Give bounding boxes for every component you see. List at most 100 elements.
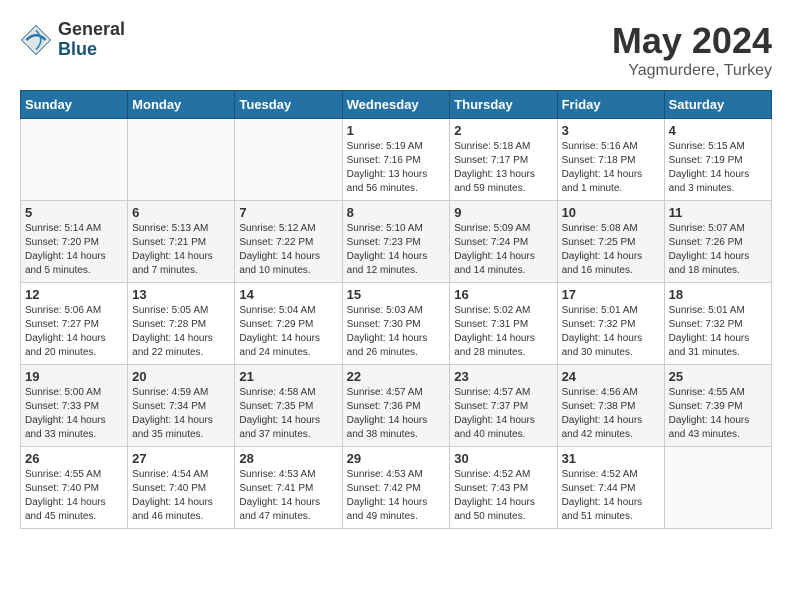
table-row: 30 Sunrise: 4:52 AMSunset: 7:43 PMDayligh… <box>450 447 557 529</box>
day-number: 11 <box>669 205 767 220</box>
day-info: Sunrise: 5:07 AMSunset: 7:26 PMDaylight:… <box>669 222 767 278</box>
day-number: 24 <box>562 369 660 384</box>
table-row: 16 Sunrise: 5:02 AMSunset: 7:31 PMDayligh… <box>450 283 557 365</box>
day-number: 17 <box>562 287 660 302</box>
calendar-location: Yagmurdere, Turkey <box>612 62 772 80</box>
table-row: 8 Sunrise: 5:10 AMSunset: 7:23 PMDaylight… <box>342 201 450 283</box>
day-info: Sunrise: 5:16 AMSunset: 7:18 PMDaylight:… <box>562 140 660 196</box>
table-row <box>664 447 771 529</box>
day-number: 10 <box>562 205 660 220</box>
day-number: 21 <box>239 369 337 384</box>
table-row: 28 Sunrise: 4:53 AMSunset: 7:41 PMDayligh… <box>235 447 342 529</box>
table-row: 17 Sunrise: 5:01 AMSunset: 7:32 PMDayligh… <box>557 283 664 365</box>
table-row: 18 Sunrise: 5:01 AMSunset: 7:32 PMDayligh… <box>664 283 771 365</box>
header-friday: Friday <box>557 91 664 119</box>
day-number: 2 <box>454 123 552 138</box>
day-info: Sunrise: 4:52 AMSunset: 7:43 PMDaylight:… <box>454 468 552 524</box>
day-info: Sunrise: 5:15 AMSunset: 7:19 PMDaylight:… <box>669 140 767 196</box>
table-row: 9Sunrise: 5:09 AMSunset: 7:24 PMDaylight… <box>450 201 557 283</box>
day-info: Sunrise: 4:55 AMSunset: 7:40 PMDaylight:… <box>25 468 123 524</box>
day-number: 8 <box>347 205 446 220</box>
day-number: 5 <box>25 205 123 220</box>
day-info: Sunrise: 4:53 AMSunset: 7:42 PMDaylight:… <box>347 468 446 524</box>
table-row: 31 Sunrise: 4:52 AMSunset: 7:44 PMDayligh… <box>557 447 664 529</box>
table-row: 29 Sunrise: 4:53 AMSunset: 7:42 PMDayligh… <box>342 447 450 529</box>
table-row <box>21 119 128 201</box>
table-row: 19Sunrise: 5:00 AMSunset: 7:33 PMDayligh… <box>21 365 128 447</box>
day-number: 7 <box>239 205 337 220</box>
week-row-0: 1Sunrise: 5:19 AMSunset: 7:16 PMDaylight… <box>21 119 772 201</box>
table-row <box>235 119 342 201</box>
weekday-header-row: Sunday Monday Tuesday Wednesday Thursday… <box>21 91 772 119</box>
day-info: Sunrise: 5:01 AMSunset: 7:32 PMDaylight:… <box>562 304 660 360</box>
header-saturday: Saturday <box>664 91 771 119</box>
day-number: 6 <box>132 205 230 220</box>
day-info: Sunrise: 5:06 AMSunset: 7:27 PMDaylight:… <box>25 304 123 360</box>
day-info: Sunrise: 5:12 AMSunset: 7:22 PMDaylight:… <box>239 222 337 278</box>
day-number: 29 <box>347 451 446 466</box>
day-number: 16 <box>454 287 552 302</box>
logo: General Blue <box>20 20 125 60</box>
day-info: Sunrise: 5:14 AMSunset: 7:20 PMDaylight:… <box>25 222 123 278</box>
day-number: 18 <box>669 287 767 302</box>
table-row: 27Sunrise: 4:54 AMSunset: 7:40 PMDayligh… <box>128 447 235 529</box>
week-row-2: 12 Sunrise: 5:06 AMSunset: 7:27 PMDayligh… <box>21 283 772 365</box>
day-number: 31 <box>562 451 660 466</box>
week-row-1: 5 Sunrise: 5:14 AMSunset: 7:20 PMDaylight… <box>21 201 772 283</box>
day-number: 4 <box>669 123 767 138</box>
day-info: Sunrise: 4:57 AMSunset: 7:37 PMDaylight:… <box>454 386 552 442</box>
table-row: 11 Sunrise: 5:07 AMSunset: 7:26 PMDayligh… <box>664 201 771 283</box>
day-number: 20 <box>132 369 230 384</box>
day-number: 3 <box>562 123 660 138</box>
day-info: Sunrise: 4:54 AMSunset: 7:40 PMDaylight:… <box>132 468 230 524</box>
table-row: 14 Sunrise: 5:04 AMSunset: 7:29 PMDayligh… <box>235 283 342 365</box>
table-row: 7 Sunrise: 5:12 AMSunset: 7:22 PMDaylight… <box>235 201 342 283</box>
day-info: Sunrise: 4:52 AMSunset: 7:44 PMDaylight:… <box>562 468 660 524</box>
table-row: 4 Sunrise: 5:15 AMSunset: 7:19 PMDaylight… <box>664 119 771 201</box>
day-info: Sunrise: 5:01 AMSunset: 7:32 PMDaylight:… <box>669 304 767 360</box>
table-row: 2 Sunrise: 5:18 AMSunset: 7:17 PMDaylight… <box>450 119 557 201</box>
day-number: 25 <box>669 369 767 384</box>
day-number: 19 <box>25 369 123 384</box>
day-number: 28 <box>239 451 337 466</box>
day-info: Sunrise: 4:56 AMSunset: 7:38 PMDaylight:… <box>562 386 660 442</box>
table-row: 5 Sunrise: 5:14 AMSunset: 7:20 PMDaylight… <box>21 201 128 283</box>
table-row <box>128 119 235 201</box>
table-row: 21Sunrise: 4:58 AMSunset: 7:35 PMDayligh… <box>235 365 342 447</box>
logo-general-text: General <box>58 20 125 40</box>
day-info: Sunrise: 5:04 AMSunset: 7:29 PMDaylight:… <box>239 304 337 360</box>
logo-blue-text: Blue <box>58 40 125 60</box>
day-info: Sunrise: 4:55 AMSunset: 7:39 PMDaylight:… <box>669 386 767 442</box>
header-wednesday: Wednesday <box>342 91 450 119</box>
table-row: 13Sunrise: 5:05 AMSunset: 7:28 PMDayligh… <box>128 283 235 365</box>
day-info: Sunrise: 4:53 AMSunset: 7:41 PMDaylight:… <box>239 468 337 524</box>
day-info: Sunrise: 5:13 AMSunset: 7:21 PMDaylight:… <box>132 222 230 278</box>
day-info: Sunrise: 5:10 AMSunset: 7:23 PMDaylight:… <box>347 222 446 278</box>
header-tuesday: Tuesday <box>235 91 342 119</box>
table-row: 20 Sunrise: 4:59 AMSunset: 7:34 PMDayligh… <box>128 365 235 447</box>
day-info: Sunrise: 5:09 AMSunset: 7:24 PMDaylight:… <box>454 222 552 278</box>
table-row: 26Sunrise: 4:55 AMSunset: 7:40 PMDayligh… <box>21 447 128 529</box>
header-thursday: Thursday <box>450 91 557 119</box>
day-info: Sunrise: 4:57 AMSunset: 7:36 PMDaylight:… <box>347 386 446 442</box>
week-row-4: 26Sunrise: 4:55 AMSunset: 7:40 PMDayligh… <box>21 447 772 529</box>
day-number: 15 <box>347 287 446 302</box>
day-number: 14 <box>239 287 337 302</box>
table-row: 1Sunrise: 5:19 AMSunset: 7:16 PMDaylight… <box>342 119 450 201</box>
day-info: Sunrise: 4:59 AMSunset: 7:34 PMDaylight:… <box>132 386 230 442</box>
day-info: Sunrise: 5:02 AMSunset: 7:31 PMDaylight:… <box>454 304 552 360</box>
day-number: 1 <box>347 123 446 138</box>
calendar-table: Sunday Monday Tuesday Wednesday Thursday… <box>20 90 772 529</box>
day-number: 30 <box>454 451 552 466</box>
table-row: 23Sunrise: 4:57 AMSunset: 7:37 PMDayligh… <box>450 365 557 447</box>
day-info: Sunrise: 5:18 AMSunset: 7:17 PMDaylight:… <box>454 140 552 196</box>
table-row: 22Sunrise: 4:57 AMSunset: 7:36 PMDayligh… <box>342 365 450 447</box>
calendar-title: May 2024 <box>612 20 772 62</box>
day-info: Sunrise: 5:03 AMSunset: 7:30 PMDaylight:… <box>347 304 446 360</box>
title-block: May 2024 Yagmurdere, Turkey <box>612 20 772 80</box>
day-info: Sunrise: 5:05 AMSunset: 7:28 PMDaylight:… <box>132 304 230 360</box>
day-number: 12 <box>25 287 123 302</box>
table-row: 25 Sunrise: 4:55 AMSunset: 7:39 PMDayligh… <box>664 365 771 447</box>
logo-text: General Blue <box>58 20 125 60</box>
logo-icon <box>20 24 52 56</box>
